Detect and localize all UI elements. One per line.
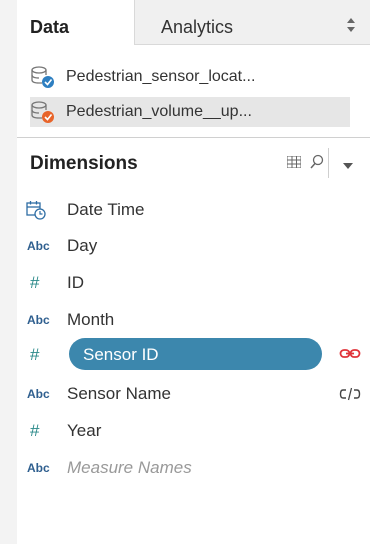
field-year[interactable]: # Year <box>17 414 370 446</box>
data-source-item-selected[interactable]: Pedestrian_volume__up... <box>30 97 350 127</box>
number-type-icon: # <box>30 273 40 292</box>
date-time-icon <box>26 201 46 220</box>
dimensions-title: Dimensions <box>30 153 138 174</box>
field-label: Day <box>67 236 98 255</box>
tab-data-label: Data <box>30 17 70 37</box>
data-source-icon <box>31 66 54 88</box>
tab-analytics-label: Analytics <box>161 17 234 37</box>
field-label: Date Time <box>67 200 145 219</box>
field-label: Year <box>67 421 102 440</box>
data-source-item[interactable]: Pedestrian_sensor_locat... <box>30 62 350 92</box>
string-type-icon: Abc <box>27 387 50 401</box>
data-source-label: Pedestrian_volume__up... <box>66 103 252 120</box>
field-label: Month <box>67 310 115 329</box>
field-day[interactable]: Abc Day <box>17 229 370 261</box>
pane-tabs: Data Analytics <box>17 0 370 45</box>
data-pane: Data Analytics Pedestrian_sensor_locat..… <box>17 0 370 544</box>
search-icon[interactable] <box>309 154 325 170</box>
view-toggle-icon[interactable] <box>287 156 301 168</box>
field-month[interactable]: Abc Month <box>17 303 370 335</box>
string-type-icon: Abc <box>27 461 50 475</box>
field-label: ID <box>67 273 84 292</box>
sort-arrows-icon <box>347 18 355 32</box>
string-type-icon: Abc <box>27 239 50 253</box>
number-type-icon: # <box>30 345 40 364</box>
field-measure-names[interactable]: Abc Measure Names <box>17 451 370 483</box>
data-source-icon <box>31 101 54 123</box>
data-source-label: Pedestrian_sensor_locat... <box>66 68 256 85</box>
active-link-icon[interactable] <box>339 347 361 361</box>
toolbar-divider <box>328 148 329 178</box>
field-label: Measure Names <box>67 458 192 477</box>
string-type-icon: Abc <box>27 313 50 327</box>
selected-field-pill[interactable]: Sensor ID <box>69 338 322 370</box>
number-type-icon: # <box>30 421 40 440</box>
field-label: Sensor ID <box>83 345 159 364</box>
pane-menu-dropdown-icon[interactable] <box>343 163 353 169</box>
field-sensor-name[interactable]: Abc Sensor Name <box>17 377 370 409</box>
tab-data[interactable]: Data <box>17 0 135 45</box>
tab-analytics[interactable]: Analytics <box>135 0 370 45</box>
field-label: Sensor Name <box>67 384 171 403</box>
field-date-time[interactable]: Date Time <box>17 193 370 225</box>
section-divider <box>17 137 370 138</box>
field-id[interactable]: # ID <box>17 266 370 298</box>
broken-link-icon[interactable] <box>339 387 361 401</box>
